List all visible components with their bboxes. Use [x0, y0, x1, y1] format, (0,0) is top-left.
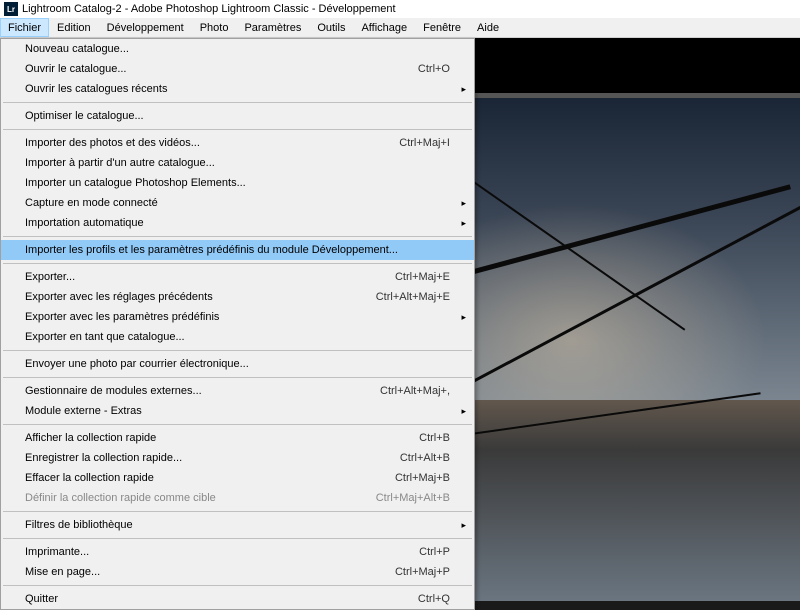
- menu-item[interactable]: Enregistrer la collection rapide...Ctrl+…: [1, 448, 474, 468]
- menu-item[interactable]: Importation automatique ▸: [1, 213, 474, 233]
- menu-item[interactable]: Exporter en tant que catalogue...: [1, 327, 474, 347]
- menu-item[interactable]: Importer des photos et des vidéos...Ctrl…: [1, 133, 474, 153]
- menu-item-label: Importer les profils et les paramètres p…: [25, 244, 450, 256]
- titlebar: Lr Lightroom Catalog-2 - Adobe Photoshop…: [0, 0, 800, 18]
- menu-parametres[interactable]: Paramètres: [236, 18, 309, 37]
- menu-separator: [3, 511, 472, 512]
- menu-photo[interactable]: Photo: [192, 18, 237, 37]
- menu-fichier[interactable]: Fichier: [0, 18, 49, 37]
- menu-shortcut: Ctrl+P: [419, 546, 450, 558]
- menu-item[interactable]: Importer à partir d'un autre catalogue..…: [1, 153, 474, 173]
- chevron-right-icon: ▸: [461, 520, 466, 531]
- menu-separator: [3, 538, 472, 539]
- menu-affichage[interactable]: Affichage: [353, 18, 415, 37]
- menu-item[interactable]: Exporter avec les paramètres prédéfinis ▸: [1, 307, 474, 327]
- menu-item[interactable]: Filtres de bibliothèque ▸: [1, 515, 474, 535]
- menu-separator: [3, 585, 472, 586]
- menu-edition[interactable]: Edition: [49, 18, 99, 37]
- menu-item[interactable]: Imprimante...Ctrl+P: [1, 542, 474, 562]
- menu-item-label: Mise en page...: [25, 566, 395, 578]
- window-title: Lightroom Catalog-2 - Adobe Photoshop Li…: [22, 3, 396, 15]
- menu-item-label: Importer un catalogue Photoshop Elements…: [25, 177, 450, 189]
- menu-separator: [3, 424, 472, 425]
- menu-separator: [3, 377, 472, 378]
- menu-item[interactable]: Exporter...Ctrl+Maj+E: [1, 267, 474, 287]
- menu-item[interactable]: Optimiser le catalogue...: [1, 106, 474, 126]
- fichier-dropdown: Nouveau catalogue... Ouvrir le catalogue.…: [0, 38, 475, 610]
- menu-item[interactable]: Importer les profils et les paramètres p…: [1, 240, 474, 260]
- menu-separator: [3, 263, 472, 264]
- menu-separator: [3, 350, 472, 351]
- menu-shortcut: Ctrl+Alt+Maj+E: [376, 291, 450, 303]
- menu-shortcut: Ctrl+Alt+B: [400, 452, 450, 464]
- menu-item-label: Filtres de bibliothèque: [25, 519, 450, 531]
- menu-item[interactable]: Nouveau catalogue...: [1, 39, 474, 59]
- menu-separator: [3, 129, 472, 130]
- chevron-right-icon: ▸: [461, 198, 466, 209]
- menu-item-label: Gestionnaire de modules externes...: [25, 385, 380, 397]
- menu-shortcut: Ctrl+Q: [418, 593, 450, 605]
- menu-item-label: Envoyer une photo par courrier électroni…: [25, 358, 450, 370]
- menu-item[interactable]: Capture en mode connecté ▸: [1, 193, 474, 213]
- menu-separator: [3, 236, 472, 237]
- menu-item-label: Exporter...: [25, 271, 395, 283]
- menu-item-label: Module externe - Extras: [25, 405, 450, 417]
- menu-item[interactable]: Module externe - Extras ▸: [1, 401, 474, 421]
- menu-item[interactable]: Importer un catalogue Photoshop Elements…: [1, 173, 474, 193]
- menu-shortcut: Ctrl+Alt+Maj+,: [380, 385, 450, 397]
- menu-shortcut: Ctrl+Maj+B: [395, 472, 450, 484]
- menu-item: Définir la collection rapide comme cible…: [1, 488, 474, 508]
- menu-item[interactable]: Gestionnaire de modules externes...Ctrl+…: [1, 381, 474, 401]
- chevron-right-icon: ▸: [461, 218, 466, 229]
- menu-shortcut: Ctrl+Maj+P: [395, 566, 450, 578]
- menu-item-label: Quitter: [25, 593, 418, 605]
- menu-item-label: Importation automatique: [25, 217, 450, 229]
- menu-item-label: Capture en mode connecté: [25, 197, 450, 209]
- menu-item[interactable]: Ouvrir les catalogues récents ▸: [1, 79, 474, 99]
- menu-item[interactable]: QuitterCtrl+Q: [1, 589, 474, 609]
- menu-item-label: Afficher la collection rapide: [25, 432, 419, 444]
- menu-item-label: Exporter en tant que catalogue...: [25, 331, 450, 343]
- menu-item[interactable]: Mise en page...Ctrl+Maj+P: [1, 562, 474, 582]
- menu-item-label: Effacer la collection rapide: [25, 472, 395, 484]
- menu-item-label: Nouveau catalogue...: [25, 43, 450, 55]
- menu-aide[interactable]: Aide: [469, 18, 507, 37]
- menu-item-label: Ouvrir le catalogue...: [25, 63, 418, 75]
- menu-separator: [3, 102, 472, 103]
- menu-shortcut: Ctrl+B: [419, 432, 450, 444]
- menu-outils[interactable]: Outils: [309, 18, 353, 37]
- menu-item[interactable]: Exporter avec les réglages précédentsCtr…: [1, 287, 474, 307]
- menu-item[interactable]: Afficher la collection rapideCtrl+B: [1, 428, 474, 448]
- menu-fenetre[interactable]: Fenêtre: [415, 18, 469, 37]
- menu-item-label: Exporter avec les paramètres prédéfinis: [25, 311, 450, 323]
- menubar: Fichier Edition Développement Photo Para…: [0, 18, 800, 38]
- menu-item-label: Exporter avec les réglages précédents: [25, 291, 376, 303]
- chevron-right-icon: ▸: [461, 312, 466, 323]
- menu-item-label: Ouvrir les catalogues récents: [25, 83, 450, 95]
- menu-item-label: Optimiser le catalogue...: [25, 110, 450, 122]
- menu-developpement[interactable]: Développement: [99, 18, 192, 37]
- menu-item-label: Importer des photos et des vidéos...: [25, 137, 399, 149]
- app-icon: Lr: [4, 2, 18, 16]
- menu-shortcut: Ctrl+O: [418, 63, 450, 75]
- menu-shortcut: Ctrl+Maj+Alt+B: [376, 492, 450, 504]
- menu-shortcut: Ctrl+Maj+E: [395, 271, 450, 283]
- menu-item[interactable]: Envoyer une photo par courrier électroni…: [1, 354, 474, 374]
- menu-item-label: Enregistrer la collection rapide...: [25, 452, 400, 464]
- menu-item[interactable]: Effacer la collection rapideCtrl+Maj+B: [1, 468, 474, 488]
- chevron-right-icon: ▸: [461, 406, 466, 417]
- menu-item-label: Définir la collection rapide comme cible: [25, 492, 376, 504]
- menu-item-label: Importer à partir d'un autre catalogue..…: [25, 157, 450, 169]
- menu-item[interactable]: Ouvrir le catalogue...Ctrl+O: [1, 59, 474, 79]
- chevron-right-icon: ▸: [461, 84, 466, 95]
- menu-shortcut: Ctrl+Maj+I: [399, 137, 450, 149]
- menu-item-label: Imprimante...: [25, 546, 419, 558]
